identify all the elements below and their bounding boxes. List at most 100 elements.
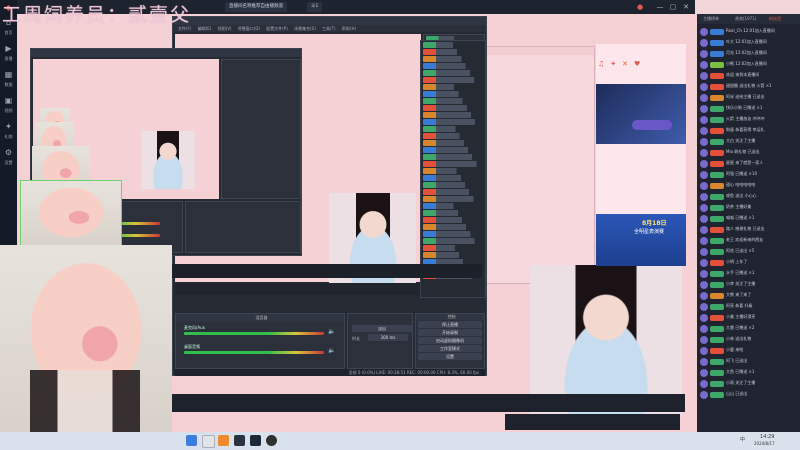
menu-edit[interactable]: 编辑(E) bbox=[198, 26, 212, 31]
user-avatar[interactable] bbox=[700, 270, 708, 278]
rail-item-data[interactable]: ▦ 数据 bbox=[0, 68, 17, 94]
user-avatar[interactable] bbox=[700, 292, 708, 300]
chat-message-row[interactable]: 月光 12:02加入直播间 bbox=[699, 49, 798, 59]
user-avatar[interactable] bbox=[700, 391, 708, 399]
chat-message-row[interactable]: 阿飞 已送出 bbox=[699, 357, 798, 367]
user-avatar[interactable] bbox=[700, 127, 708, 135]
virtual-camera-button[interactable]: 启动虚拟摄像机 bbox=[418, 337, 482, 344]
chat-message-row[interactable]: 山山 已送出 bbox=[699, 390, 798, 400]
chat-message-row[interactable]: 甜甜圈 送出礼物 火箭 ×1 bbox=[699, 82, 798, 92]
user-avatar[interactable] bbox=[700, 94, 708, 102]
chat-message-row[interactable]: 喵喵 已赠送 ×1 bbox=[699, 214, 798, 224]
chat-message-row[interactable]: 火箭 主播加油 冲冲冲 bbox=[699, 115, 798, 125]
chat-message-row[interactable]: 大白 关注了主播 bbox=[699, 137, 798, 147]
system-tray-date[interactable]: 2024/8/17 bbox=[754, 441, 775, 446]
menu-help[interactable]: 帮助(H) bbox=[342, 26, 356, 31]
chat-message-row[interactable]: 小熊 12:02加入直播间 bbox=[699, 60, 798, 70]
user-avatar[interactable] bbox=[700, 325, 708, 333]
chat-message-row[interactable]: 快乐小狗 已赠送 ×1 bbox=[699, 104, 798, 114]
user-avatar[interactable] bbox=[700, 105, 708, 113]
chat-message-row[interactable]: 水手 已赠送 ×1 bbox=[699, 269, 798, 279]
mixer-track-desktop-mute-icon[interactable]: 🔈 bbox=[328, 347, 335, 354]
site-follow-badge[interactable] bbox=[632, 120, 672, 130]
user-avatar[interactable] bbox=[700, 28, 708, 36]
chat-message-row[interactable]: 大雷 已赠送 ×2 bbox=[699, 324, 798, 334]
user-avatar[interactable] bbox=[700, 83, 708, 91]
user-avatar[interactable] bbox=[700, 61, 708, 69]
close-button[interactable]: ✕ bbox=[681, 1, 691, 13]
chat-message-row[interactable]: 小雨 关注了主播 bbox=[699, 379, 798, 389]
chat-message-row[interactable]: 咸鱼 送出 小心心 bbox=[699, 192, 798, 202]
maximize-button[interactable]: ▢ bbox=[668, 1, 678, 13]
user-avatar[interactable] bbox=[700, 347, 708, 355]
user-avatar[interactable] bbox=[700, 237, 708, 245]
user-avatar[interactable] bbox=[700, 226, 708, 234]
user-avatar[interactable] bbox=[700, 336, 708, 344]
user-avatar[interactable] bbox=[700, 303, 708, 311]
user-avatar[interactable] bbox=[700, 171, 708, 179]
chat-message-row[interactable]: 大熊 来了来了 bbox=[699, 291, 798, 301]
user-avatar[interactable] bbox=[700, 149, 708, 157]
stop-streaming-button[interactable]: 停止直播 bbox=[418, 321, 482, 328]
app-orange-icon[interactable] bbox=[218, 435, 229, 446]
chat-message-row[interactable]: Mio 刷礼物 已送出 bbox=[699, 148, 798, 158]
menu-scene-collection[interactable]: 场景集合(S) bbox=[294, 26, 316, 31]
menu-profile[interactable]: 配置文件(P) bbox=[266, 26, 288, 31]
user-avatar[interactable] bbox=[700, 138, 708, 146]
rail-item-settings[interactable]: ⚙ 设置 bbox=[0, 146, 17, 172]
site-promo-card[interactable]: 8月18日 全明星表演赛 bbox=[596, 214, 686, 266]
user-avatar[interactable] bbox=[700, 50, 708, 58]
chat-message-row[interactable]: 欢迎 来到本直播间 bbox=[699, 71, 798, 81]
chat-message-row[interactable]: 小李 关注了主播 bbox=[699, 280, 798, 290]
menu-docks[interactable]: 停靠窗口(D) bbox=[238, 26, 260, 31]
sidebar-tab-fans[interactable]: 粉丝团 bbox=[769, 16, 781, 22]
settings-button[interactable]: 设置 bbox=[418, 353, 482, 360]
system-tray-lang[interactable]: 中 bbox=[740, 436, 745, 443]
user-avatar[interactable] bbox=[700, 259, 708, 267]
menu-view[interactable]: 视图(V) bbox=[218, 26, 232, 31]
user-avatar[interactable] bbox=[700, 358, 708, 366]
rail-item-live[interactable]: ▶ 直播 bbox=[0, 42, 17, 68]
rail-item-video[interactable]: ▣ 视频 bbox=[0, 94, 17, 120]
sidebar-tab-vip[interactable]: 贵宾(1971) bbox=[735, 16, 756, 22]
user-avatar[interactable] bbox=[700, 248, 708, 256]
user-avatar[interactable] bbox=[700, 281, 708, 289]
chat-message-row[interactable]: 小林 送出礼物 bbox=[699, 335, 798, 345]
chat-message-row[interactable]: 星星 来了就是一家人 bbox=[699, 159, 798, 169]
chat-message-row[interactable]: 阿亮 恭喜 升级 bbox=[699, 302, 798, 312]
obs-icon[interactable] bbox=[266, 435, 277, 446]
studio-mode-button[interactable]: 工作室模式 bbox=[418, 345, 482, 352]
start-icon[interactable] bbox=[186, 435, 197, 446]
user-avatar[interactable] bbox=[700, 39, 708, 47]
transition-select[interactable]: 淡出 bbox=[352, 325, 412, 332]
user-avatar[interactable] bbox=[700, 369, 708, 377]
user-avatar[interactable] bbox=[700, 72, 708, 80]
start-recording-button[interactable]: 开始录制 bbox=[418, 329, 482, 336]
chat-message-row[interactable]: 小美 主播好漂亮 bbox=[699, 313, 798, 323]
mixer-track-mic-mute-icon[interactable]: 🔈 bbox=[328, 328, 335, 335]
user-avatar[interactable] bbox=[700, 215, 708, 223]
notification-icon[interactable]: ● bbox=[635, 1, 645, 13]
chat-message-row[interactable]: 小鹿 来啦 bbox=[699, 346, 798, 356]
rail-item-gift[interactable]: ✦ 礼物 bbox=[0, 120, 17, 146]
minimize-button[interactable]: — bbox=[655, 1, 665, 13]
chat-message-row[interactable]: 小明 上车了 bbox=[699, 258, 798, 268]
search-icon[interactable] bbox=[202, 435, 215, 448]
user-avatar[interactable] bbox=[700, 182, 708, 190]
steam-icon[interactable] bbox=[250, 435, 261, 446]
user-avatar[interactable] bbox=[700, 160, 708, 168]
chat-message-row[interactable]: 老王 欢迎新来的朋友 bbox=[699, 236, 798, 246]
transition-duration-input[interactable]: 300 ms bbox=[368, 334, 408, 341]
menu-tools[interactable]: 工具(T) bbox=[322, 26, 336, 31]
chat-message-row[interactable]: Real_Ch 12:01加入直播间 bbox=[699, 27, 798, 37]
chat-message-row[interactable]: 狗蛋 恭喜获得 幸运礼 bbox=[699, 126, 798, 136]
chat-message-row[interactable]: 大鱼 已赠送 ×1 bbox=[699, 368, 798, 378]
user-avatar[interactable] bbox=[700, 193, 708, 201]
chat-message-row[interactable]: 路人 感谢礼物 已送出 bbox=[699, 225, 798, 235]
app-dark-icon[interactable] bbox=[234, 435, 245, 446]
chat-message-row[interactable]: 阿花 已送出 ×5 bbox=[699, 247, 798, 257]
user-avatar[interactable] bbox=[700, 314, 708, 322]
chat-message-row[interactable]: 奶茶 主播好美 bbox=[699, 203, 798, 213]
chat-message-row[interactable]: 叶大 12:01加入直播间 bbox=[699, 38, 798, 48]
system-tray-time[interactable]: 14:29 bbox=[760, 434, 774, 440]
